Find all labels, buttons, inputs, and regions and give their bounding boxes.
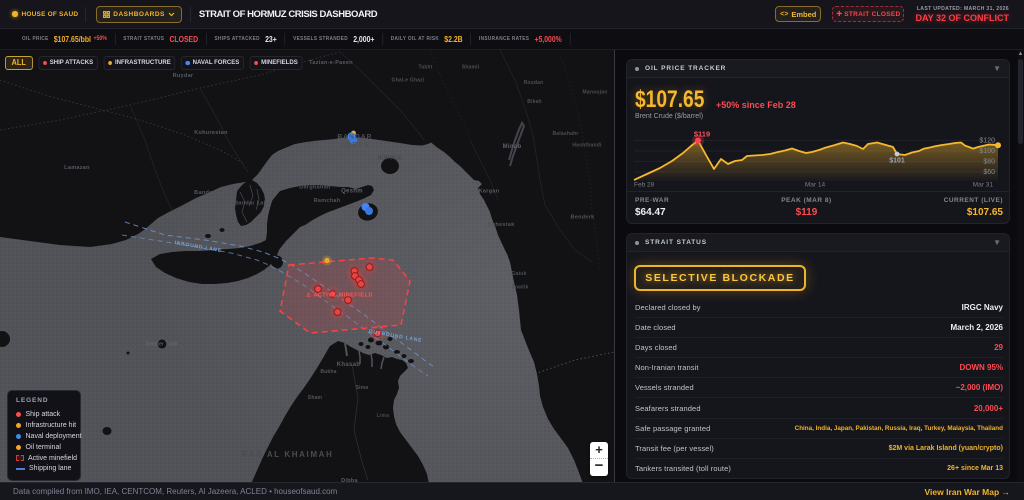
svg-text:Kohurestan: Kohurestan (194, 130, 228, 136)
svg-text:Minab: Minab (503, 144, 522, 150)
svg-text:Tazian-e-Paeen: Tazian-e-Paeen (309, 60, 353, 66)
svg-text:Darghahan: Darghahan (299, 185, 331, 191)
svg-text:Shamil: Shamil (462, 65, 480, 71)
svg-text:ABBAS: ABBAS (340, 142, 369, 149)
svg-text:Sowtik: Sowtik (511, 285, 528, 291)
svg-text:$80: $80 (983, 159, 995, 166)
svg-text:Sham: Sham (308, 395, 323, 401)
svg-text:Benderk: Benderk (570, 215, 595, 221)
svg-text:Lamazan: Lamazan (64, 165, 90, 171)
svg-text:$120: $120 (979, 138, 995, 145)
svg-text:Bikah: Bikah (527, 99, 542, 105)
svg-text:HORMUZ: HORMUZ (378, 156, 402, 162)
svg-text:Bandar Laft: Bandar Laft (234, 201, 268, 207)
svg-text:Kuhestak: Kuhestak (487, 222, 515, 228)
svg-text:$100: $100 (979, 148, 995, 155)
svg-text:Qeshm: Qeshm (341, 189, 363, 195)
svg-text:Manoujan: Manoujan (583, 90, 608, 96)
svg-text:Takht: Takht (419, 65, 433, 71)
svg-text:Mar 14: Mar 14 (805, 182, 826, 189)
svg-text:Balashahr: Balashahr (553, 131, 579, 137)
svg-text:Mar 31: Mar 31 (973, 182, 994, 189)
svg-text:Sima: Sima (356, 385, 369, 391)
svg-text:Gatuk: Gatuk (511, 271, 526, 277)
svg-text:Ramchah: Ramchah (314, 198, 341, 204)
svg-text:⚠ ACTIVE MINEFIELD: ⚠ ACTIVE MINEFIELD (306, 292, 373, 299)
svg-text:Bukha: Bukha (320, 369, 336, 375)
svg-text:Bandar Khomir: Bandar Khomir (194, 190, 238, 196)
svg-text:Roudan: Roudan (524, 80, 544, 86)
svg-text:$101: $101 (889, 158, 905, 165)
svg-text:Feb 28: Feb 28 (634, 182, 655, 189)
svg-text:$119: $119 (694, 130, 710, 139)
svg-text:Ghal-e Ghazi: Ghal-e Ghazi (392, 78, 425, 84)
svg-text:Bandar Kong: Bandar Kong (76, 268, 107, 274)
svg-text:Khasab: Khasab (337, 362, 361, 368)
svg-text:Ruydar: Ruydar (173, 73, 194, 79)
svg-text:$60: $60 (983, 169, 995, 176)
svg-text:Greater Tunb: Greater Tunb (146, 342, 178, 348)
svg-text:RAS AL KHAIMAH: RAS AL KHAIMAH (242, 450, 334, 459)
svg-text:Lima: Lima (377, 413, 389, 419)
svg-text:Kargan: Kargan (479, 189, 500, 195)
svg-text:BANDAR: BANDAR (337, 134, 372, 141)
svg-text:Hashtbandi: Hashtbandi (572, 143, 602, 149)
